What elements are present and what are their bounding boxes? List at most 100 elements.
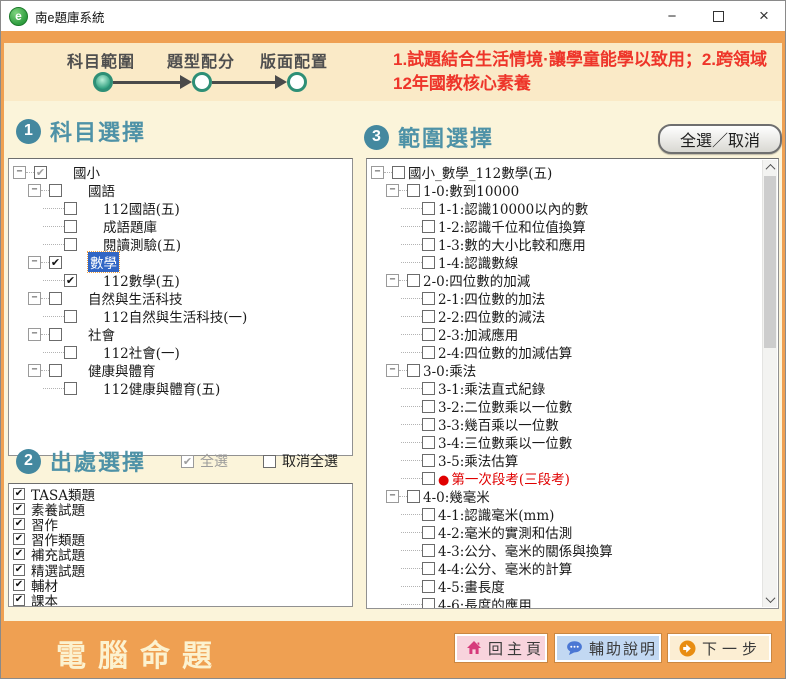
tree-node-label[interactable]: 3-5:乘法估算 (438, 450, 518, 470)
tree-node-label[interactable]: 社會 (88, 324, 115, 344)
tree-checkbox[interactable] (34, 166, 47, 179)
tree-node-label[interactable]: 1-2:認識千位和位值換算 (438, 216, 586, 236)
tree-node-label[interactable]: 2-1:四位數的加法 (438, 288, 545, 308)
tree-node-label[interactable]: 4-2:毫米的實測和估測 (438, 522, 572, 542)
list-item-checkbox[interactable] (13, 503, 25, 515)
tree-node-label[interactable]: 3-0:乘法 (423, 360, 476, 380)
deselect-all-checkbox[interactable] (263, 455, 276, 468)
tree-checkbox[interactable] (407, 184, 420, 197)
tree-node-label[interactable]: 4-4:公分、毫米的計算 (438, 558, 572, 578)
tree-node-label[interactable]: 1-1:認識10000以內的數 (438, 198, 588, 218)
tree-checkbox[interactable] (392, 166, 405, 179)
tree-node[interactable]: 2-2:四位數的減法 (367, 307, 762, 325)
tree-node-label[interactable]: 1-0:數到10000 (423, 180, 519, 200)
close-icon[interactable]: × (753, 5, 775, 27)
list-item-checkbox[interactable] (13, 594, 25, 606)
list-item-checkbox[interactable] (13, 533, 25, 545)
tree-node-label[interactable]: 國小 (73, 162, 100, 182)
tree-node[interactable]: 4-1:認識毫米(mm) (367, 505, 762, 523)
tree-node-label[interactable]: 4-1:認識毫米(mm) (438, 504, 554, 524)
tree-node[interactable]: −國小_數學_112數學(五) (367, 163, 762, 181)
tree-node-label[interactable]: 2-2:四位數的減法 (438, 306, 545, 326)
select-deselect-all-button[interactable]: 全選／取消 (658, 124, 782, 154)
tree-node-label[interactable]: 3-1:乘法直式紀錄 (438, 378, 545, 398)
step-circle-1-active[interactable] (93, 72, 113, 92)
tree-checkbox[interactable] (64, 220, 77, 233)
tree-node-label[interactable]: 3-2:二位數乘以一位數 (438, 396, 572, 416)
tree-checkbox[interactable] (64, 382, 77, 395)
scrollbar-thumb[interactable] (764, 176, 776, 348)
tree-node[interactable]: − 國小 (9, 163, 352, 181)
tree-node[interactable]: −自然與生活科技 (9, 289, 352, 307)
tree-node[interactable]: 4-6:長度的應用 (367, 595, 762, 609)
select-all-option[interactable]: 全選 (181, 451, 228, 471)
tree-checkbox[interactable] (422, 418, 435, 431)
tree-node[interactable]: 3-1:乘法直式紀錄 (367, 379, 762, 397)
tree-node-label[interactable]: 健康與體育 (88, 360, 156, 380)
tree-node-label[interactable]: 112國語(五) (103, 198, 180, 218)
tree-node[interactable]: −健康與體育 (9, 361, 352, 379)
help-button[interactable]: 輔助說明 (555, 634, 661, 662)
tree-checkbox[interactable] (422, 580, 435, 593)
tree-node[interactable]: 1-1:認識10000以內的數 (367, 199, 762, 217)
tree-checkbox[interactable] (49, 292, 62, 305)
tree-node-label[interactable]: ●第一次段考(三段考) (438, 468, 570, 488)
tree-node-label[interactable]: 112社會(一) (103, 342, 180, 362)
tree-checkbox[interactable] (422, 346, 435, 359)
tree-node-label[interactable]: 自然與生活科技 (88, 288, 183, 308)
tree-node-label[interactable]: 1-3:數的大小比較和應用 (438, 234, 586, 254)
tree-node[interactable]: −數學 (9, 253, 352, 271)
tree-checkbox[interactable] (64, 346, 77, 359)
tree-node-label[interactable]: 2-0:四位數的加減 (423, 270, 530, 290)
tree-checkbox[interactable] (422, 508, 435, 521)
tree-node-label[interactable]: 3-3:幾百乘以一位數 (438, 414, 559, 434)
collapse-icon[interactable]: − (386, 274, 399, 287)
tree-checkbox[interactable] (422, 436, 435, 449)
list-item-checkbox[interactable] (13, 488, 25, 500)
collapse-icon[interactable]: − (13, 166, 26, 179)
tree-node[interactable]: 1-2:認識千位和位值換算 (367, 217, 762, 235)
scroll-down-icon[interactable] (763, 592, 777, 607)
tree-node-label[interactable]: 3-4:三位數乘以一位數 (438, 432, 572, 452)
maximize-icon[interactable] (707, 5, 729, 27)
tree-node[interactable]: 4-2:毫米的實測和估測 (367, 523, 762, 541)
tree-node[interactable]: 4-4:公分、毫米的計算 (367, 559, 762, 577)
tree-node[interactable]: 3-2:二位數乘以一位數 (367, 397, 762, 415)
tree-node-label[interactable]: 2-4:四位數的加減估算 (438, 342, 572, 362)
tree-node[interactable]: 2-3:加減應用 (367, 325, 762, 343)
list-item-checkbox[interactable] (13, 579, 25, 591)
range-tree[interactable]: −國小_數學_112數學(五)−1-0:數到100001-1:認識10000以內… (367, 159, 778, 609)
tree-node[interactable]: 閱讀測驗(五) (9, 235, 352, 253)
list-item[interactable]: 精選試題 (9, 562, 352, 577)
tree-node[interactable]: 112社會(一) (9, 343, 352, 361)
tree-checkbox[interactable] (422, 382, 435, 395)
tree-node[interactable]: 112健康與體育(五) (9, 379, 352, 397)
collapse-icon[interactable]: − (386, 490, 399, 503)
tree-checkbox[interactable] (422, 256, 435, 269)
scroll-up-icon[interactable] (763, 160, 777, 175)
tree-checkbox[interactable] (422, 310, 435, 323)
tree-checkbox[interactable] (64, 274, 77, 287)
tree-node[interactable]: 成語題庫 (9, 217, 352, 235)
tree-node[interactable]: − 1-0:數到10000 (367, 181, 762, 199)
collapse-icon[interactable]: − (386, 364, 399, 377)
tree-node-label[interactable]: 4-6:長度的應用 (438, 594, 532, 609)
collapse-icon[interactable]: − (386, 184, 399, 197)
tree-node[interactable]: 112國語(五) (9, 199, 352, 217)
list-item[interactable]: 素養試題 (9, 501, 352, 516)
list-item[interactable]: 課本 (9, 592, 352, 607)
list-item-checkbox[interactable] (13, 548, 25, 560)
tree-node-label[interactable]: 2-3:加減應用 (438, 324, 518, 344)
tree-node-label[interactable]: 4-3:公分、毫米的關係與換算 (438, 540, 613, 560)
deselect-all-option[interactable]: 取消全選 (263, 451, 338, 471)
tree-node[interactable]: −4-0:幾毫米 (367, 487, 762, 505)
list-item-checkbox[interactable] (13, 518, 25, 530)
collapse-icon[interactable]: − (28, 256, 41, 269)
tree-checkbox[interactable] (422, 328, 435, 341)
tree-checkbox[interactable] (64, 202, 77, 215)
tree-node[interactable]: 112數學(五) (9, 271, 352, 289)
collapse-icon[interactable]: − (371, 166, 384, 179)
step-circle-2[interactable] (192, 72, 212, 92)
tree-node[interactable]: 2-4:四位數的加減估算 (367, 343, 762, 361)
tree-node[interactable]: 3-3:幾百乘以一位數 (367, 415, 762, 433)
